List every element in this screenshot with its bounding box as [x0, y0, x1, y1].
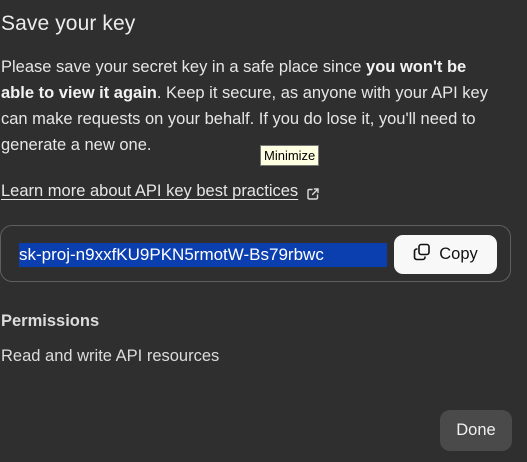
dialog-description: Please save your secret key in a safe pl… [1, 54, 501, 158]
dialog-title: Save your key [1, 12, 136, 35]
external-link-icon [306, 184, 320, 200]
minimize-tooltip: Minimize [260, 145, 320, 166]
copy-button[interactable]: Copy [394, 235, 497, 274]
save-key-dialog: Save your key Please save your secret ke… [0, 0, 527, 462]
learn-more-link[interactable]: Learn more about API key best practices [1, 179, 320, 203]
done-button[interactable]: Done [440, 410, 512, 451]
permissions-value: Read and write API resources [1, 347, 220, 365]
copy-button-label: Copy [439, 245, 478, 263]
secret-key-value[interactable]: sk-proj-n9xxfKU9PKN5rmotW-Bs79rbwc [19, 243, 387, 267]
copy-icon [413, 243, 431, 266]
description-text-1: Please save your secret key in a safe pl… [1, 58, 367, 76]
learn-more-link-label: Learn more about API key best practices [1, 182, 299, 200]
permissions-heading: Permissions [1, 312, 100, 330]
